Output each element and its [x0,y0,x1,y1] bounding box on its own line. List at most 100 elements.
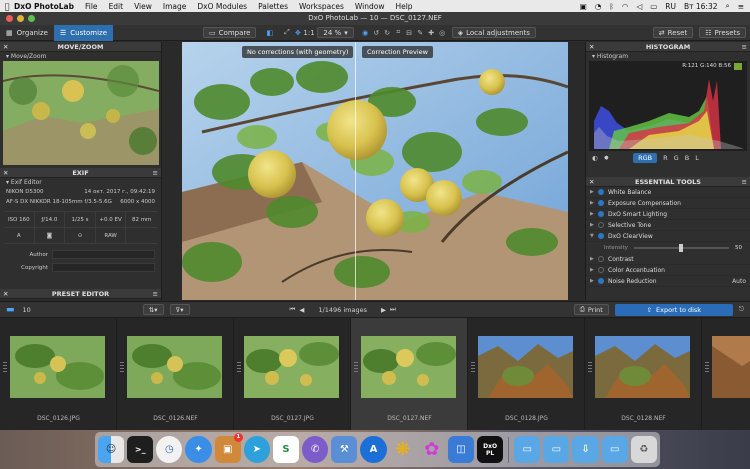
thumbnail-item[interactable]: DSC_0128.NEF [585,318,702,430]
menu-dxo-photolab[interactable]: DxO PhotoLab [14,2,74,11]
photos-app-icon[interactable]: ▣ 1 [214,433,243,463]
toggle-off-icon[interactable] [598,222,604,228]
tool-exposure-compensation[interactable]: ▶ Exposure Compensation [586,198,750,209]
tool-clearview[interactable]: ▼ DxO ClearView [586,231,750,242]
last-image-icon[interactable]: ⏭ [390,305,396,314]
folder-icon[interactable]: ▭ [514,436,541,463]
filter-button[interactable]: ⊽▾ [169,304,190,315]
noise-reduction-mode[interactable]: Auto [732,278,746,285]
dxo-photolab-icon[interactable]: DxO PL [477,436,504,463]
palette-menu-icon[interactable]: ≡ [742,177,747,187]
menu-edit[interactable]: Edit [109,2,124,11]
bluetooth-icon[interactable]: ᛒ [609,2,614,11]
volume-icon[interactable]: ◁ [636,2,642,11]
telegram-icon[interactable]: ➤ [243,436,270,463]
folder-icon[interactable]: ▭ [601,436,628,463]
minimize-window-button[interactable] [17,15,24,22]
shadow-clip-icon[interactable]: ◐ [592,154,598,162]
viber-icon[interactable]: ✆ [302,436,329,463]
channel-g[interactable]: G [674,154,679,162]
tab-customize[interactable]: ☰ Customize [54,24,114,41]
channel-rgb[interactable]: RGB [633,153,658,163]
folder-icon[interactable]: ▬ [6,305,15,315]
essential-tools-header[interactable]: ✕ ESSENTIAL TOOLS ≡ [586,177,750,187]
reset-button[interactable]: ⇄ Reset [652,27,694,38]
toggle-off-icon[interactable] [598,267,604,273]
palette-menu-icon[interactable]: ≡ [153,168,158,178]
author-input[interactable] [52,250,155,259]
input-language[interactable]: RU [665,2,676,11]
menu-dxo-modules[interactable]: DxO Modules [197,2,247,11]
flower-icon[interactable]: ✿ [419,436,445,463]
auto-correct-icon[interactable]: ◉ [360,27,371,38]
menu-list-icon[interactable]: ≡ [738,2,744,11]
folder-icon[interactable]: ▭ [543,436,570,463]
thumbnail-item[interactable] [702,318,750,430]
export-to-disk-button[interactable]: ⇧ Export to disk [614,303,733,316]
menu-file[interactable]: File [85,2,98,11]
close-window-button[interactable] [6,15,13,22]
copyright-input[interactable] [52,263,155,272]
toggle-off-icon[interactable] [598,256,604,262]
zoom-one-to-one[interactable]: 1:1 [303,29,317,37]
close-palette-icon[interactable]: ✕ [589,42,594,52]
fit-icon[interactable]: ⤢ [281,27,292,38]
apple-icon[interactable]:  [0,2,14,11]
close-palette-icon[interactable]: ✕ [3,42,8,52]
eyedropper-icon[interactable]: ✎ [415,27,426,38]
menu-palettes[interactable]: Palettes [258,2,288,11]
histogram-header[interactable]: ✕ HISTOGRAM ≡ [586,42,750,52]
previous-image-icon[interactable]: ◀ [299,306,304,314]
repair-icon[interactable]: ✚ [426,27,437,38]
presets-button[interactable]: ☷ Presets [699,27,746,38]
menu-workspaces[interactable]: Workspaces [299,2,344,11]
tab-organize[interactable]: ▦ Organize [0,25,54,41]
intensity-slider[interactable] [633,244,729,252]
toggle-on-icon[interactable] [598,233,604,239]
tool-selective-tone[interactable]: ▶ Selective Tone [586,220,750,231]
status-icon-1[interactable]: ▣ [580,2,587,11]
move-zoom-sub[interactable]: ▾ Move/Zoom [0,52,161,61]
toggle-on-icon[interactable] [598,278,604,284]
share-icon[interactable]: ⎋ [739,305,744,314]
thumbnail-item[interactable]: DSC_0126.JPG [0,318,117,430]
status-icon-2[interactable]: ◔ [595,2,602,11]
menu-help[interactable]: Help [395,2,412,11]
app-store-icon[interactable]: A [360,436,387,463]
battery-icon[interactable]: ▭ [650,2,657,11]
local-adjustments-button[interactable]: ◈ Local adjustments [451,27,536,38]
tool-contrast[interactable]: ▶ Contrast [586,254,750,265]
safari-icon[interactable]: ✦ [185,436,212,463]
navigator-thumbnail[interactable] [3,61,159,165]
thumbnail-item[interactable]: DSC_0128.JPG [468,318,585,430]
clock[interactable]: Вт 16:32 [684,2,718,11]
thumbnail-item[interactable]: DSC_0126.NEF [117,318,234,430]
compare-button[interactable]: ▭ Compare [203,27,257,38]
thumbnail-item[interactable]: DSC_0127.JPG [234,318,351,430]
thumbnail-item-selected[interactable]: DSC_0127.NEF [351,318,468,430]
tool-smart-lighting[interactable]: ▶ DxO Smart Lighting [586,209,750,220]
palette-menu-icon[interactable]: ≡ [153,289,158,299]
menu-window[interactable]: Window [355,2,385,11]
preview-icon[interactable]: ◫ [447,436,475,463]
tool-white-balance[interactable]: ▶ White Balance [586,187,750,198]
image-viewer[interactable]: No corrections (with geometry) Correctio… [182,42,568,300]
xcode-icon[interactable]: ⚒ [331,436,358,463]
highlight-clip-icon[interactable]: ✸ [604,154,609,162]
slider-knob[interactable] [679,244,684,252]
tool-noise-reduction[interactable]: ▶ Noise Reduction Auto [586,276,750,287]
next-image-icon[interactable]: ▶ [381,306,386,314]
channel-l[interactable]: L [695,154,699,162]
horizon-icon[interactable]: ⊟ [404,27,415,38]
close-palette-icon[interactable]: ✕ [3,168,8,178]
close-palette-icon[interactable]: ✕ [3,289,8,299]
tool-color-accentuation[interactable]: ▶ Color Accentuation [586,265,750,276]
channel-b[interactable]: B [685,154,689,162]
sublime-icon[interactable]: S [272,436,300,463]
close-palette-icon[interactable]: ✕ [589,177,594,187]
toggle-on-icon[interactable] [598,200,604,206]
crop-icon[interactable]: ⌗ [393,27,404,38]
clock-app-icon[interactable]: ◷ [156,436,183,463]
preset-editor-header[interactable]: ✕ PRESET EDITOR ≡ [0,289,161,299]
terminal-icon[interactable]: >_ [127,436,154,463]
